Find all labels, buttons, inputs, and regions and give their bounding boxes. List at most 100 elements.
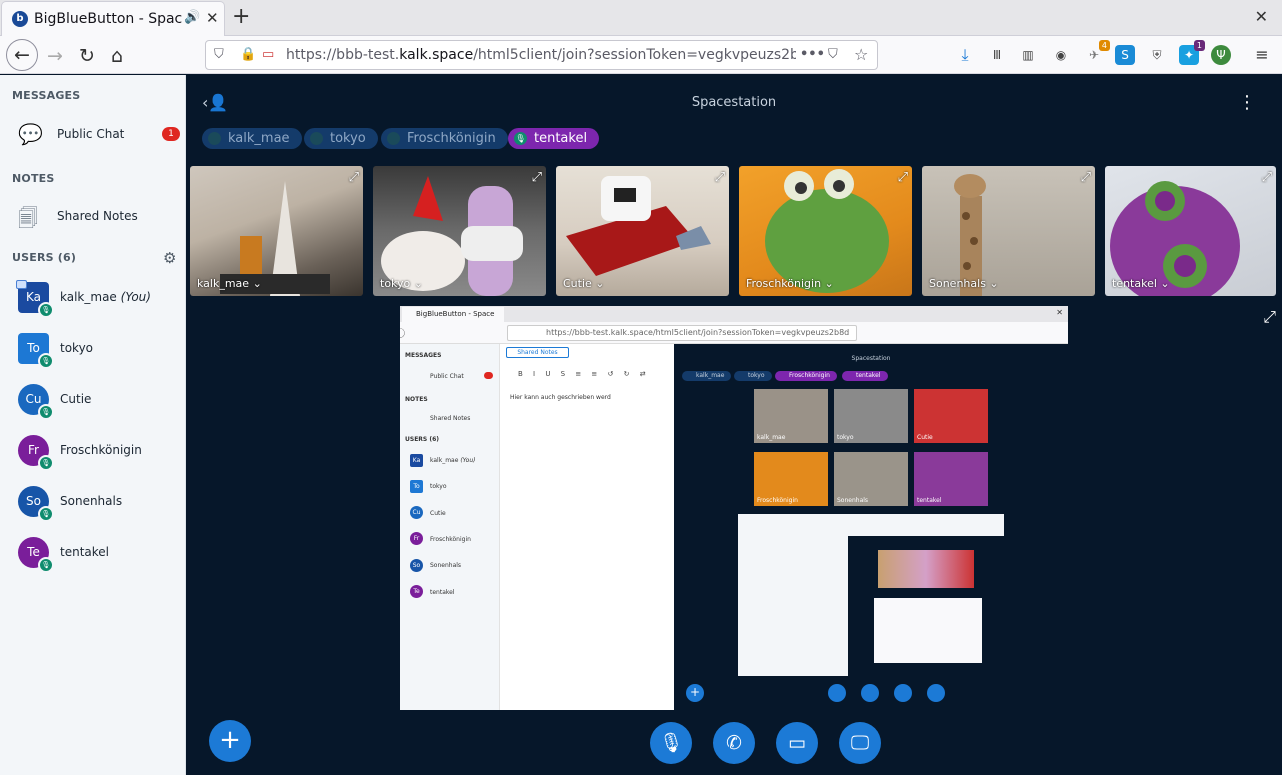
address-bar[interactable]: ⛉ 🔒 ▭ https://bbb-test.kalk.space/html5c… bbox=[205, 40, 878, 70]
share-screen-button[interactable]: 🖵 bbox=[839, 722, 881, 764]
user-item-tokyo[interactable]: To 🎙 tokyo bbox=[0, 333, 186, 383]
screenshare-video[interactable]: BigBlueButton - Space ✕ ⃝ https://bbb-te… bbox=[400, 306, 1068, 710]
fullscreen-icon[interactable]: ⤢ bbox=[532, 170, 542, 185]
menu-icon[interactable]: ≡ bbox=[1252, 45, 1272, 65]
user-item-froschkoenigin[interactable]: Fr 🎙 Froschkönigin bbox=[0, 435, 186, 485]
fullscreen-icon[interactable]: ⤢ bbox=[1081, 170, 1091, 185]
gear-icon[interactable]: ⚙ bbox=[163, 249, 176, 267]
lock-icon: 🔒 bbox=[240, 47, 257, 62]
webcam-tile[interactable]: ⤢ Sonenhals ⌄ bbox=[922, 166, 1095, 296]
talking-indicator-active[interactable]: 🎙 tentakel bbox=[508, 128, 600, 149]
forward-button[interactable]: → bbox=[40, 41, 70, 71]
shield-icon: ⛉ bbox=[214, 47, 224, 62]
webcam-tile[interactable]: ⤢ tentakel ⌄ bbox=[1105, 166, 1276, 296]
user-item-kalk-mae[interactable]: Ka 🎙 kalk_mae (You) bbox=[0, 280, 186, 332]
ss-unread-badge bbox=[484, 372, 493, 379]
pocket-icon[interactable]: ⛉ bbox=[828, 47, 838, 62]
ss-screen-icon bbox=[927, 684, 945, 702]
downloads-icon[interactable]: ⤓ bbox=[955, 45, 975, 65]
navigation-toolbar: ← → ↻ ⌂ ⛉ 🔒 ▭ https://bbb-test.kalk.spac… bbox=[0, 36, 1282, 74]
puzzle-extension-icon[interactable]: ✦ 1 bbox=[1179, 40, 1205, 65]
ss-url-bar: https://bbb-test.kalk.space/html5client/… bbox=[507, 325, 857, 341]
microphone-icon: 🎙 bbox=[38, 455, 54, 471]
shared-notes-item[interactable]: 🗐 Shared Notes bbox=[0, 196, 186, 236]
webcam-name: tokyo ⌄ bbox=[380, 277, 423, 290]
back-button[interactable]: ← bbox=[6, 39, 38, 71]
leave-audio-phone-button[interactable]: ✆ bbox=[713, 722, 755, 764]
unread-badge: 1 bbox=[162, 127, 180, 141]
ss-tab: BigBlueButton - Space bbox=[402, 307, 504, 322]
shared-notes-label: Shared Notes bbox=[57, 209, 138, 223]
ss-editor-toolbar: B I U S ≡ ≡ ↺ ↻ ⇄ bbox=[518, 370, 650, 378]
public-chat-label: Public Chat bbox=[57, 127, 125, 141]
microphone-icon: 🎙 bbox=[38, 302, 54, 318]
page-actions-icon[interactable]: ••• bbox=[800, 47, 825, 62]
fullscreen-icon[interactable]: ⤢ bbox=[1262, 170, 1272, 185]
actions-plus-button[interactable]: + bbox=[209, 720, 251, 762]
speaker-icon[interactable]: 🔊 bbox=[184, 10, 200, 25]
fullscreen-icon[interactable]: ⤢ bbox=[715, 170, 725, 185]
microphone-icon: 🎙 bbox=[38, 506, 54, 522]
ss-phone-icon bbox=[861, 684, 879, 702]
talking-indicator[interactable]: kalk_mae bbox=[202, 128, 302, 149]
fullscreen-icon[interactable]: ⤢ bbox=[1263, 307, 1276, 327]
new-tab-button[interactable]: + bbox=[232, 4, 250, 30]
user-list-sidebar: MESSAGES 💬 Public Chat 1 NOTES 🗐 Shared … bbox=[0, 75, 186, 775]
user-item-tentakel[interactable]: Te 🎙 tentakel bbox=[0, 537, 186, 587]
chat-bubbles-icon: 💬 bbox=[18, 122, 43, 146]
home-button[interactable]: ⌂ bbox=[102, 41, 132, 71]
webcam-name: Cutie ⌄ bbox=[563, 277, 605, 290]
user-name: kalk_mae (You) bbox=[60, 290, 151, 304]
webcam-name: tentakel ⌄ bbox=[1112, 277, 1170, 290]
fullscreen-icon[interactable]: ⤢ bbox=[898, 170, 908, 185]
bbb-favicon-icon: b bbox=[12, 11, 28, 27]
browser-tab[interactable]: b BigBlueButton - Spacestation 🔊 ✕ bbox=[2, 2, 224, 36]
ss-close-icon: ✕ bbox=[1056, 308, 1063, 317]
user-name: tentakel bbox=[60, 545, 109, 559]
tab-title: BigBlueButton - Spacestation bbox=[34, 11, 182, 27]
webcam-tile[interactable]: ⤢ tokyo ⌄ bbox=[373, 166, 546, 296]
library-icon[interactable]: Ⅲ bbox=[987, 45, 1007, 65]
messages-heading: MESSAGES bbox=[12, 89, 81, 102]
public-chat-item[interactable]: 💬 Public Chat 1 bbox=[0, 114, 186, 154]
user-item-cutie[interactable]: Cu 🎙 Cutie bbox=[0, 384, 186, 434]
webcam-tile[interactable]: ⤢ Cutie ⌄ bbox=[556, 166, 729, 296]
ss-nav-bar: ⃝ https://bbb-test.kalk.space/html5clien… bbox=[400, 322, 1068, 344]
options-menu-icon[interactable]: ⋮ bbox=[1238, 92, 1256, 113]
ublock-icon[interactable]: ⛨ bbox=[1147, 45, 1167, 65]
ss-nested-screenshare bbox=[738, 514, 1004, 676]
webcam-name: Froschkönigin ⌄ bbox=[746, 277, 834, 290]
webcam-tile[interactable]: ⤢ kalk_mae ⌄ bbox=[190, 166, 363, 296]
sidebar-icon[interactable]: ▥ bbox=[1018, 45, 1038, 65]
meeting-title: Spacestation bbox=[691, 95, 777, 110]
permissions-icon[interactable]: ▭ bbox=[262, 47, 274, 62]
webcam-name: Sonenhals ⌄ bbox=[929, 277, 999, 290]
ss-mic-icon bbox=[828, 684, 846, 702]
microphone-icon: 🎙 bbox=[514, 132, 527, 145]
camera-button[interactable]: ▭ bbox=[776, 722, 818, 764]
webcam-tile[interactable]: ⤢ Froschkönigin ⌄ bbox=[739, 166, 912, 296]
ss-main: Spacestation kalk_mae tokyo Froschkönigi… bbox=[674, 344, 1068, 710]
user-item-sonenhals[interactable]: So 🎙 Sonenhals bbox=[0, 486, 186, 536]
user-name: Froschkönigin bbox=[60, 443, 142, 457]
reload-button[interactable]: ↻ bbox=[72, 41, 102, 71]
talking-indicator[interactable]: tokyo bbox=[304, 128, 378, 149]
window-close-icon[interactable]: ✕ bbox=[1255, 7, 1268, 26]
webcam-name: kalk_mae ⌄ bbox=[197, 277, 262, 290]
ss-plus-icon: + bbox=[686, 684, 704, 702]
close-tab-icon[interactable]: ✕ bbox=[206, 9, 219, 27]
fullscreen-icon[interactable]: ⤢ bbox=[349, 170, 359, 185]
notes-heading: NOTES bbox=[12, 172, 55, 185]
skype-extension-icon[interactable]: S bbox=[1115, 45, 1135, 65]
microphone-icon: 🎙 bbox=[38, 557, 54, 573]
bookmark-star-icon[interactable]: ☆ bbox=[854, 45, 868, 64]
talking-indicator[interactable]: Froschkönigin bbox=[381, 128, 508, 149]
user-name: tokyo bbox=[60, 341, 94, 355]
tree-extension-icon[interactable]: Ψ bbox=[1211, 45, 1231, 65]
extension-icon[interactable]: ✈ 4 bbox=[1084, 40, 1110, 65]
url-text[interactable]: https://bbb-test.kalk.space/html5client/… bbox=[286, 47, 796, 63]
ss-sidebar: MESSAGES Public Chat NOTES Shared Notes … bbox=[400, 344, 499, 710]
account-icon[interactable]: ◉ bbox=[1051, 45, 1071, 65]
user-name: Cutie bbox=[60, 392, 92, 406]
microphone-button[interactable]: 🎙 bbox=[650, 722, 692, 764]
